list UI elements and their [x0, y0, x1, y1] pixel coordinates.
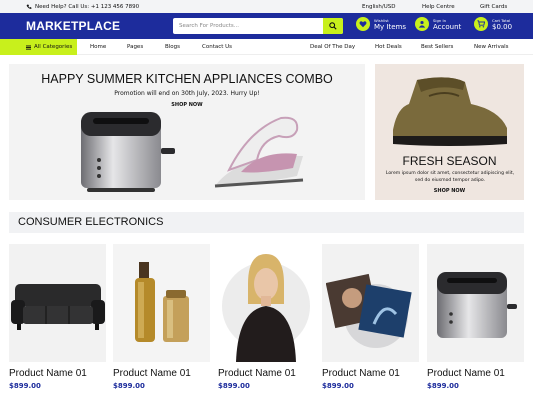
model-icon [222, 254, 310, 362]
cart-button[interactable]: Cart Total $0.00 [474, 17, 512, 31]
main-banner[interactable]: HAPPY SUMMER KITCHEN APPLIANCES COMBO Pr… [9, 64, 365, 200]
side-banner-shop-now[interactable]: SHOP NOW [375, 188, 524, 194]
product-image[interactable] [218, 244, 315, 362]
banner-title: HAPPY SUMMER KITCHEN APPLIANCES COMBO [41, 72, 333, 86]
cart-icon [477, 20, 485, 28]
product-image[interactable] [113, 244, 210, 362]
nav-contact[interactable]: Contact Us [202, 39, 232, 55]
product-image[interactable] [9, 244, 106, 362]
nav-home[interactable]: Home [90, 39, 106, 55]
side-banner-desc: Lorem ipsum dolor sit amet, consectetur … [385, 171, 515, 183]
product-price: $899.00 [113, 382, 145, 390]
product-card[interactable]: Product Name 01 $899.00 [218, 244, 315, 390]
nav-new-arrivals[interactable]: New Arrivals [474, 39, 508, 55]
banner-shop-now[interactable]: SHOP NOW [9, 102, 365, 108]
account-button[interactable]: Sign In Account [415, 17, 461, 31]
product-name[interactable]: Product Name 01 [427, 368, 524, 379]
product-price: $899.00 [218, 382, 250, 390]
cart-total-value: $0.00 [492, 22, 513, 31]
product-image[interactable] [427, 244, 524, 362]
phone-icon [26, 4, 32, 9]
wishlist-button[interactable]: Wishlist My Items [356, 17, 406, 31]
logo[interactable]: MARKETPLACE [26, 19, 120, 33]
vinyl-records-icon [326, 273, 412, 348]
heart-icon [359, 21, 367, 28]
product-name[interactable]: Product Name 01 [322, 368, 419, 379]
product-image[interactable] [322, 244, 419, 362]
nav-deal-of-the-day[interactable]: Deal Of The Day [310, 39, 355, 55]
toaster-image [81, 112, 175, 192]
product-card[interactable]: Product Name 01 $899.00 [322, 244, 419, 390]
side-banner[interactable]: FRESH SEASON Lorem ipsum dolor sit amet,… [375, 64, 524, 200]
menu-icon [26, 45, 31, 50]
nav-hot-deals[interactable]: Hot Deals [375, 39, 402, 55]
nav-pages[interactable]: Pages [127, 39, 143, 55]
cart-total-label: Cart Total [492, 17, 511, 23]
banner-promo: Promotion will end on 30th July, 2023. H… [114, 90, 260, 97]
header: MARKETPLACE Search For Products... Wishl… [0, 13, 533, 39]
search-button[interactable] [323, 18, 343, 34]
user-icon [418, 20, 426, 28]
help-text: Need Help? Call Us: +1 123 456 7890 [35, 3, 140, 10]
gift-cards-link[interactable]: Gift Cards [480, 4, 507, 10]
sofa-icon [11, 284, 105, 330]
account-label: Account [433, 22, 462, 31]
all-categories-button[interactable]: All Categories [0, 39, 77, 55]
help-centre-link[interactable]: Help Centre [422, 4, 455, 10]
shoe-image [393, 77, 507, 146]
perfume-icon [135, 262, 189, 342]
product-price: $899.00 [427, 382, 459, 390]
help-line: Need Help? Call Us: +1 123 456 7890 [26, 4, 139, 10]
product-name[interactable]: Product Name 01 [218, 368, 315, 379]
product-card[interactable]: Product Name 01 $899.00 [9, 244, 106, 390]
search-bar: Search For Products... [173, 18, 343, 34]
product-card[interactable]: Product Name 01 $899.00 [427, 244, 524, 390]
product-card[interactable]: Product Name 01 $899.00 [113, 244, 210, 390]
main-nav: All Categories Home Pages Blogs Contact … [0, 39, 533, 55]
wishlist-value: My Items [374, 22, 406, 31]
section-header: CONSUMER ELECTRONICS [9, 212, 524, 233]
toaster-icon [437, 272, 517, 338]
side-banner-title: FRESH SEASON [402, 154, 497, 168]
locale-select[interactable]: English/USD [362, 4, 395, 10]
top-bar: Need Help? Call Us: +1 123 456 7890 Engl… [0, 0, 533, 13]
product-price: $899.00 [9, 382, 41, 390]
all-categories-label: All Categories [34, 44, 73, 50]
product-price: $899.00 [322, 382, 354, 390]
search-icon [329, 22, 337, 30]
nav-best-sellers[interactable]: Best Sellers [421, 39, 453, 55]
nav-blogs[interactable]: Blogs [165, 39, 180, 55]
iron-image [214, 116, 304, 188]
section-title: CONSUMER ELECTRONICS [18, 216, 164, 228]
product-name[interactable]: Product Name 01 [9, 368, 106, 379]
search-input[interactable]: Search For Products... [173, 18, 323, 34]
product-name[interactable]: Product Name 01 [113, 368, 210, 379]
